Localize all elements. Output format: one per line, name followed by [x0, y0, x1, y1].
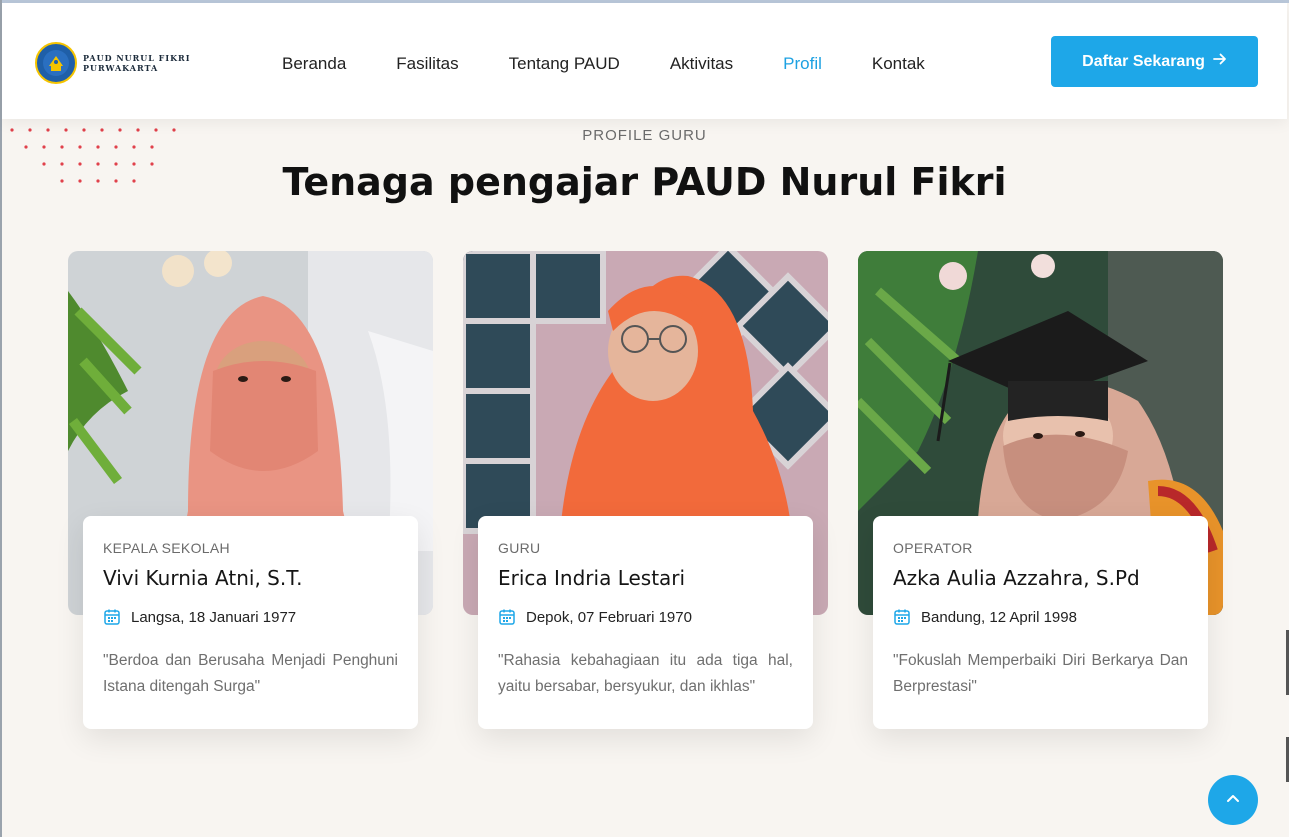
brand-name: PAUD NURUL FIKRI [83, 53, 191, 63]
back-to-top-button[interactable] [1208, 775, 1258, 825]
nav-item-profil[interactable]: Profil [783, 51, 822, 77]
nav-item-fasilitas[interactable]: Fasilitas [396, 51, 458, 77]
teacher-role: OPERATOR [893, 540, 973, 556]
teacher-birth-text: Depok, 07 Februari 1970 [526, 608, 692, 626]
teacher-role: GURU [498, 540, 541, 556]
teacher-name: Vivi Kurnia Atni, S.T. [103, 566, 303, 590]
teacher-birth-text: Bandung, 12 April 1998 [921, 608, 1077, 626]
teacher-role: KEPALA SEKOLAH [103, 540, 230, 556]
teacher-info: KEPALA SEKOLAH Vivi Kurnia Atni, S.T. La… [83, 516, 418, 729]
main-nav: Beranda Fasilitas Tentang PAUD Aktivitas… [282, 51, 975, 77]
teacher-birth: Langsa, 18 Januari 1977 [103, 608, 398, 626]
teacher-birth-text: Langsa, 18 Januari 1977 [131, 608, 297, 626]
section-title: Tenaga pengajar PAUD Nurul Fikri [282, 160, 1007, 204]
teacher-card: OPERATOR Azka Aulia Azzahra, S.Pd Bandun… [858, 251, 1223, 731]
brand-city: PURWAKARTA [83, 63, 159, 73]
nav-item-beranda[interactable]: Beranda [282, 51, 346, 77]
section-eyebrow: PROFILE GURU [582, 127, 707, 144]
school-emblem-icon [35, 42, 77, 84]
brand-text: PAUD NURUL FIKRI PURWAKARTA [83, 53, 190, 73]
register-button-label: Daftar Sekarang [1082, 52, 1205, 70]
teacher-name: Erica Indria Lestari [498, 566, 686, 590]
site-header: PAUD NURUL FIKRI PURWAKARTA Beranda Fasi… [2, 3, 1287, 119]
nav-item-aktivitas[interactable]: Aktivitas [670, 51, 733, 77]
calendar-icon [893, 608, 911, 626]
window-left-edge [0, 0, 2, 837]
register-button[interactable]: Daftar Sekarang [1051, 36, 1258, 87]
teacher-card: GURU Erica Indria Lestari Depok, 07 Febr… [463, 251, 828, 731]
teacher-info: GURU Erica Indria Lestari Depok, 07 Febr… [478, 516, 813, 729]
calendar-icon [103, 608, 121, 626]
teacher-quote: "Rahasia kebahagiaan itu ada tiga hal, y… [498, 652, 793, 695]
arrow-right-icon [1212, 52, 1227, 71]
calendar-icon [498, 608, 516, 626]
teacher-birth: Bandung, 12 April 1998 [893, 608, 1188, 626]
nav-item-tentang-paud[interactable]: Tentang PAUD [509, 51, 620, 77]
teacher-info: OPERATOR Azka Aulia Azzahra, S.Pd Bandun… [873, 516, 1208, 729]
nav-item-kontak[interactable]: Kontak [872, 51, 925, 77]
teacher-name: Azka Aulia Azzahra, S.Pd [893, 566, 1140, 590]
chevron-up-icon [1225, 790, 1241, 810]
teacher-card: KEPALA SEKOLAH Vivi Kurnia Atni, S.T. La… [68, 251, 433, 731]
teacher-birth: Depok, 07 Februari 1970 [498, 608, 793, 626]
teacher-quote: "Berdoa dan Berusaha Menjadi Penghuni Is… [103, 652, 398, 695]
teacher-quote: "Fokuslah Memperbaiki Diri Berkarya Dan … [893, 652, 1188, 695]
brand-logo-link[interactable]: PAUD NURUL FIKRI PURWAKARTA [35, 40, 205, 86]
